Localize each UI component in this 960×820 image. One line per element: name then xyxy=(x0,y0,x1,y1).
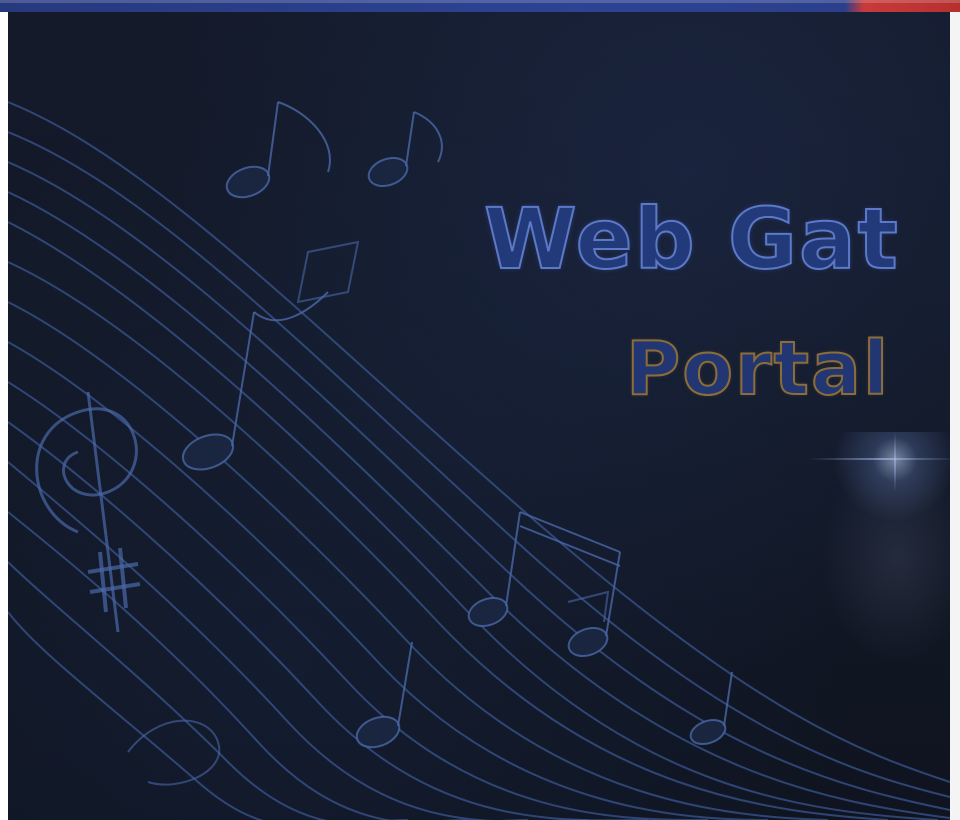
top-header-strip xyxy=(0,0,960,12)
light-flare-ray xyxy=(808,458,950,460)
header-highlight xyxy=(0,0,960,3)
light-flare-ray-vertical xyxy=(894,432,896,492)
music-staff-icon xyxy=(8,101,950,820)
page-frame: Web Gat Portal xyxy=(0,0,960,820)
portal-banner: Web Gat Portal xyxy=(8,12,950,820)
light-flare xyxy=(808,432,950,662)
banner-title: Web Gat xyxy=(483,189,900,289)
banner-subtitle: Portal xyxy=(625,325,891,413)
right-edge-margin xyxy=(950,12,960,820)
